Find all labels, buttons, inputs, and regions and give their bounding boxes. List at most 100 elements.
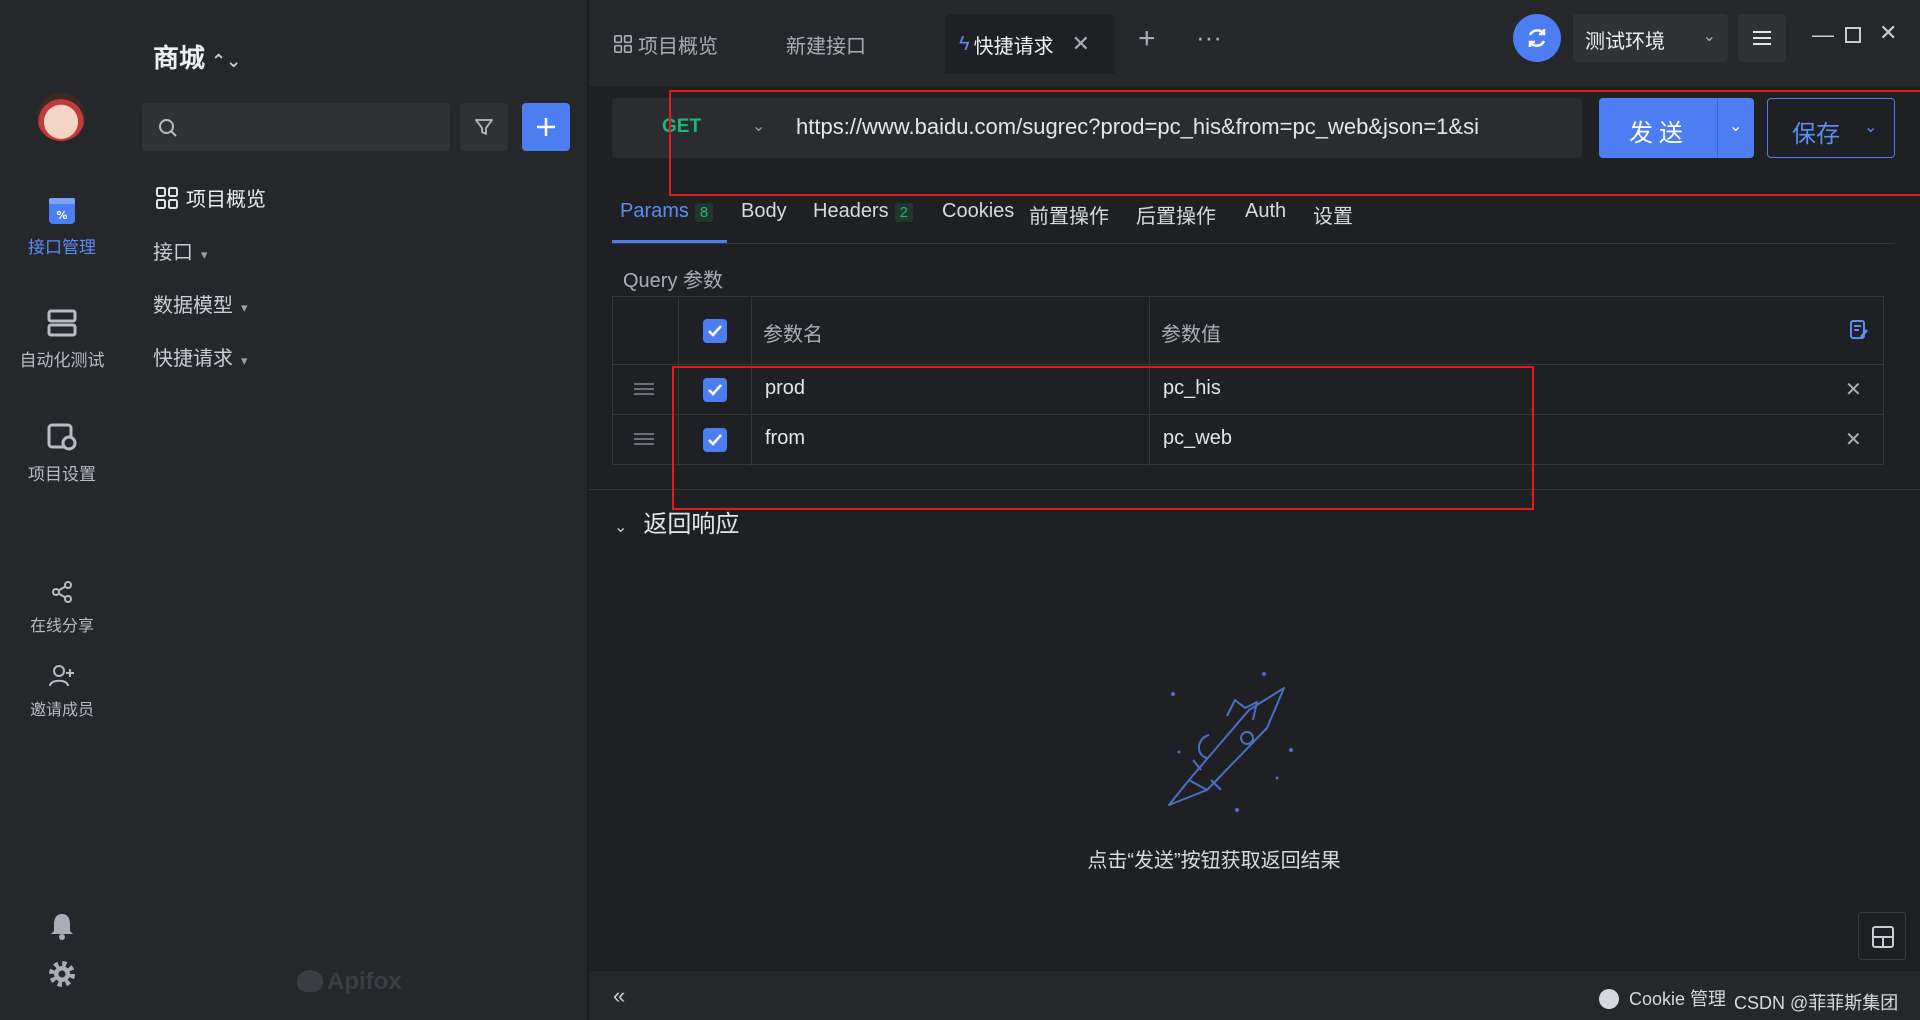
tab-headers[interactable]: Headers 2 [813,200,913,223]
divider [1717,98,1718,158]
table-row: prod pc_his ✕ [613,365,1883,415]
rail-item-api-management[interactable]: % 接口管理 [0,195,124,258]
tree-item-label: 项目概览 [186,189,266,211]
chevron-down-icon[interactable]: ⌄ [1864,117,1877,137]
tree-item-api[interactable]: 接口 ▾ [153,236,208,265]
close-icon[interactable]: ✕ [1072,31,1090,57]
rail-label: 在线分享 [29,618,94,635]
chevron-down-icon: ⌄ [1702,28,1716,45]
apifox-logo: Apifox [297,968,402,996]
tree-item-overview[interactable]: 项目概览 [156,183,266,212]
tab-new-api[interactable]: 新建接口 [770,14,882,74]
tab-post-processors[interactable]: 后置操作 [1136,200,1216,229]
search-icon [159,119,177,137]
send-button[interactable]: 发送 ⌄ [1599,98,1754,158]
count-badge: 8 [694,203,714,222]
send-label: 发送 [1629,120,1689,147]
rail-item-share[interactable]: 在线分享 [0,580,124,636]
bell-icon[interactable] [49,912,75,940]
save-button[interactable]: 保存 ⌄ [1767,98,1895,158]
param-value-cell[interactable]: pc_his [1163,377,1221,400]
sync-button[interactable] [1513,14,1561,62]
rail-item-automation-test[interactable]: 自动化测试 [0,308,124,371]
row-checkbox[interactable] [703,428,727,452]
share-icon [52,581,72,603]
drag-handle-icon[interactable] [633,430,655,448]
tab-label: Headers [813,200,889,222]
delete-row-icon[interactable]: ✕ [1845,377,1862,402]
bulk-edit-icon[interactable] [1849,319,1869,341]
tab-cookies[interactable]: Cookies [942,200,1014,223]
tree-item-data-model[interactable]: 数据模型 ▾ [153,289,248,318]
send-options-icon[interactable]: ⌄ [1729,116,1742,136]
tree-item-quick-request[interactable]: 快捷请求 ▾ [153,342,248,371]
chevron-down-icon: ⌄ [614,519,628,536]
environment-value: 测试环境 [1585,31,1665,53]
select-all-checkbox[interactable] [703,319,727,343]
add-button[interactable] [522,103,570,151]
param-value-cell[interactable]: pc_web [1163,427,1232,450]
cookie-label: Cookie 管理 [1629,989,1727,1009]
project-switcher[interactable]: 商城 ⌃⌄ [153,38,241,75]
environment-select[interactable]: 测试环境 ⌄ [1573,14,1728,62]
tab-label: 新建接口 [786,35,866,58]
chevron-down-icon: ▾ [201,247,208,262]
param-name-cell[interactable]: prod [765,377,805,400]
chevron-down-icon: ⌄ [752,118,766,135]
more-icon[interactable]: ··· [1196,22,1222,53]
tab-quick-request[interactable]: ϟ 快捷请求 ✕ [945,14,1115,74]
tab-label: 设置 [1313,206,1353,228]
rail-item-project-settings[interactable]: 项目设置 [0,422,124,485]
column-header-name: 参数名 [763,324,823,346]
tab-label: Auth [1245,200,1287,222]
tab-settings[interactable]: 设置 [1313,200,1353,229]
window-close-icon[interactable]: ✕ [1879,20,1897,46]
request-tabs: Params 8 Body Headers 2 Cookies 前置操作 后置操作 … [612,192,1895,244]
minimize-icon[interactable]: — [1812,22,1834,48]
method-select[interactable]: GET ⌄ [612,98,782,158]
maximize-icon[interactable] [1844,24,1862,50]
param-name-cell[interactable]: from [765,427,805,450]
brand-name: Apifox [327,968,402,995]
status-bar: « Cookie 管理 CSDN @菲菲斯集团 [589,970,1920,1020]
env-menu-button[interactable] [1738,14,1786,62]
divider [589,489,1920,490]
tab-overview[interactable]: 项目概览 [598,14,734,74]
tab-label: 项目概览 [638,35,718,58]
sync-icon [1528,29,1546,47]
drag-handle-icon[interactable] [633,380,655,398]
settings-icon[interactable] [48,960,76,988]
rail-label: 项目设置 [28,465,96,484]
new-tab-button[interactable]: + [1138,22,1156,56]
tab-pre-processors[interactable]: 前置操作 [1029,200,1109,229]
tab-label: 快捷请求 [973,35,1054,58]
tab-bar: 项目概览 新建接口 ϟ 快捷请求 ✕ + ··· 测试环境 ⌄ — ✕ [589,0,1920,86]
collapse-sidebar-icon[interactable]: « [613,983,625,1009]
delete-row-icon[interactable]: ✕ [1845,427,1862,452]
main-area: 项目概览 新建接口 ϟ 快捷请求 ✕ + ··· 测试环境 ⌄ — ✕ GET … [589,0,1920,1020]
search-input[interactable] [142,103,450,151]
tree-item-label: 数据模型 [153,295,233,317]
layout-icon [1872,926,1894,948]
params-table: 参数名 参数值 prod pc_his ✕ from pc_web ✕ [612,296,1884,466]
tab-label: Body [741,200,787,222]
tab-body[interactable]: Body [741,200,787,223]
row-checkbox[interactable] [703,378,727,402]
filter-button[interactable] [460,103,508,151]
tab-label: 后置操作 [1136,206,1216,228]
url-input[interactable]: https://www.baidu.com/sugrec?prod=pc_his… [782,98,1582,158]
tab-auth[interactable]: Auth [1245,200,1286,223]
rail-item-invite[interactable]: 邀请成员 [0,664,124,720]
hamburger-icon [1753,31,1771,45]
tab-params[interactable]: Params 8 [620,200,714,223]
api-management-icon: % [49,198,75,224]
response-toggle[interactable]: ⌄ 返回响应 [614,504,739,539]
fox-icon [297,970,323,992]
layout-toggle-button[interactable] [1858,912,1906,960]
cookie-manager-button[interactable]: Cookie 管理 [1599,985,1726,1011]
switch-icon: ⌃⌄ [211,51,242,71]
tab-label: Params [620,200,689,222]
watermark: CSDN @菲菲斯集团 [1734,993,1899,1013]
avatar[interactable] [37,93,85,141]
automation-test-icon [47,309,77,337]
